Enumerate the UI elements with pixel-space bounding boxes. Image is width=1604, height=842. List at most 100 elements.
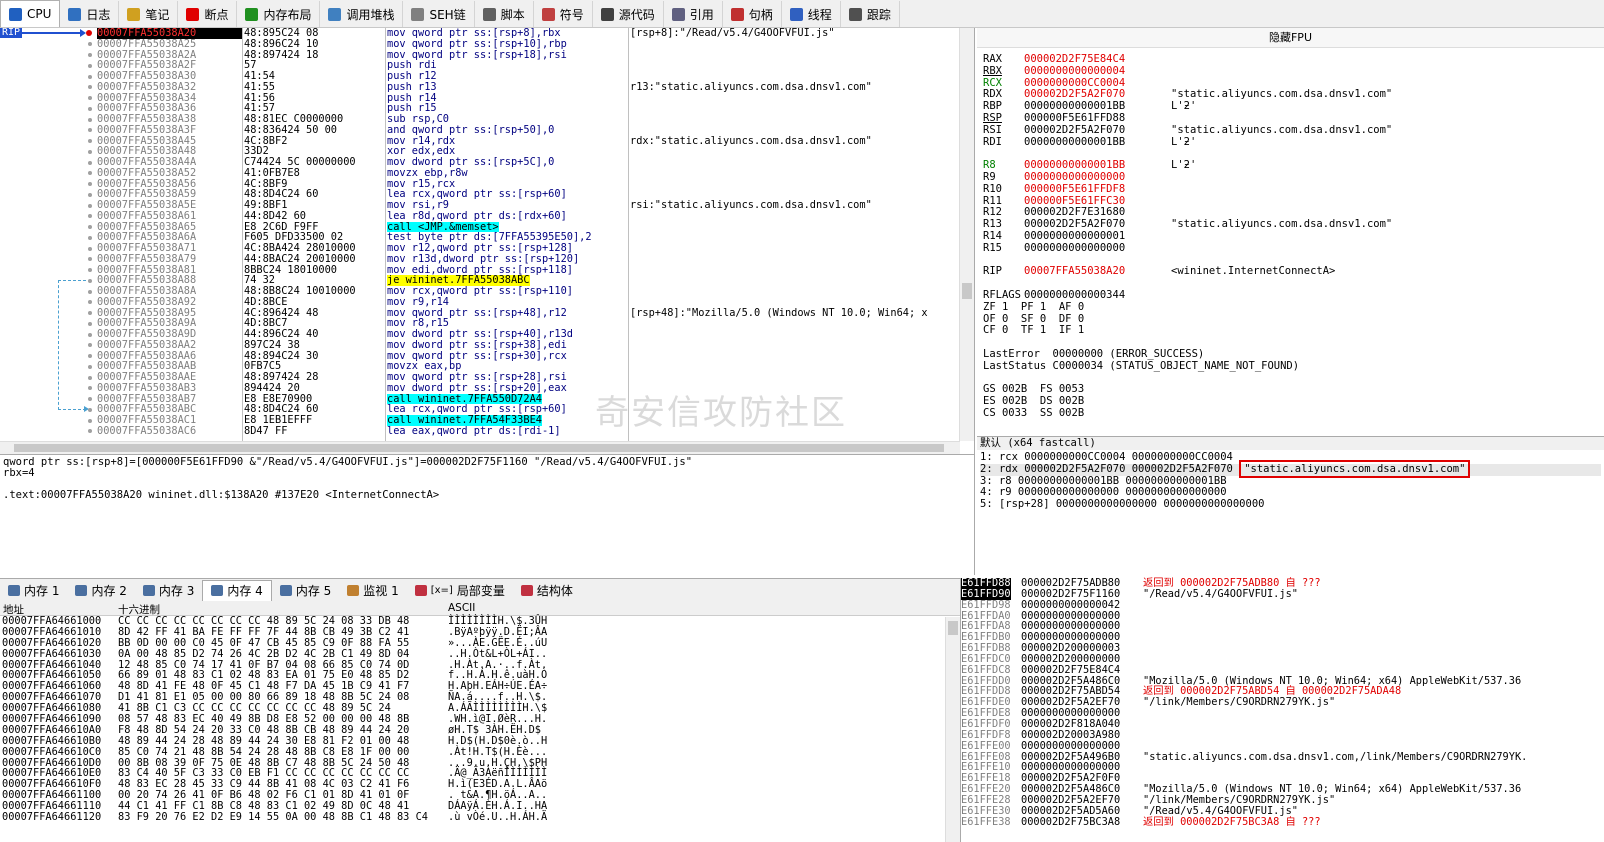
register-row[interactable]: R13 000002D2F5A2F070 "static.aliyuncs.com.…	[983, 218, 1392, 231]
register-value[interactable]: 0000000000CC0004	[1024, 77, 1125, 89]
disasm-instruction[interactable]: lea r8d,qword ptr ds:[rdx+60]	[387, 211, 627, 222]
disasm-address[interactable]: 00007FFA55038A6A	[97, 232, 242, 243]
disasm-address[interactable]: 00007FFA55038A61	[97, 211, 242, 222]
disasm-address[interactable]: 00007FFA55038A2F	[97, 60, 242, 71]
disasm-address[interactable]: 00007FFA55038A34	[97, 93, 242, 104]
disasm-instruction[interactable]: call wininet.7FFA54F33BE4	[387, 415, 627, 426]
disasm-instruction[interactable]: push rdi	[387, 60, 627, 71]
disasm-instruction[interactable]: sub rsp,C0	[387, 114, 627, 125]
disasm-instruction[interactable]: mov r8,r15	[387, 318, 627, 329]
disasm-address[interactable]: 00007FFA55038A59	[97, 189, 242, 200]
disasm-address[interactable]: 00007FFA55038AC1	[97, 415, 242, 426]
disasm-instruction[interactable]: lea rcx,qword ptr ss:[rsp+60]	[387, 404, 627, 415]
disasm-address[interactable]: 00007FFA55038A8A	[97, 286, 242, 297]
tab-symbols[interactable]: 符号	[534, 1, 593, 27]
disasm-address[interactable]: 00007FFA55038A2A	[97, 50, 242, 61]
scroll-thumb[interactable]	[948, 621, 958, 635]
stack-row[interactable]: E61FFE38 000002D2F75BC3A8 返回到 000002D2F75B…	[961, 816, 1604, 828]
register-value[interactable]: 0000000000000000	[1024, 171, 1125, 183]
register-value[interactable]: 000002D2F5A2F070	[1024, 124, 1125, 136]
disasm-address[interactable]: 00007FFA55038A25	[97, 39, 242, 50]
disasm-address[interactable]: 00007FFA55038AB3	[97, 383, 242, 394]
disasm-address[interactable]: 00007FFA55038A3F	[97, 125, 242, 136]
disasm-instruction[interactable]: and qword ptr ss:[rsp+50],0	[387, 125, 627, 136]
disasm-instruction[interactable]: mov qword ptr ss:[rsp+18],rsi	[387, 50, 627, 61]
dump-tab[interactable]: 监视 1	[339, 580, 406, 601]
tab-source[interactable]: 源代码	[593, 1, 664, 27]
register-value[interactable]: ZF 1 PF 1 AF 0	[983, 301, 1084, 313]
disasm-instruction[interactable]: mov rcx,qword ptr ss:[rsp+110]	[387, 286, 627, 297]
disasm-instruction[interactable]: mov r9,r14	[387, 297, 627, 308]
disasm-instruction[interactable]: mov edi,dword ptr ss:[rsp+118]	[387, 265, 627, 276]
disasm-instruction[interactable]: mov qword ptr ss:[rsp+10],rbp	[387, 39, 627, 50]
disasm-instruction[interactable]: call <JMP.&memset>	[387, 221, 627, 233]
tab-threads[interactable]: 线程	[782, 1, 841, 27]
disasm-address[interactable]: 00007FFA55038A81	[97, 265, 242, 276]
register-value[interactable]: 00007FFA55038A20	[1024, 265, 1125, 277]
disasm-instruction[interactable]: mov qword ptr ss:[rsp+48],r12	[387, 308, 627, 319]
tab-breakpoint[interactable]: 断点	[178, 1, 238, 27]
disasm-address[interactable]: 00007FFA55038A88	[97, 275, 242, 286]
dump-row[interactable]: 00007FFA64661120 83 F9 20 76 E2 D2 E9 14 …	[0, 812, 960, 823]
tab-script[interactable]: 脚本	[475, 1, 534, 27]
register-row[interactable]: RIP 00007FFA55038A20 <wininet.InternetConn…	[983, 265, 1335, 278]
calling-convention-label[interactable]: 默认 (x64 fastcall)	[977, 437, 1604, 450]
disasm-instruction[interactable]: mov r13d,dword ptr ss:[rsp+120]	[387, 254, 627, 265]
register-value[interactable]: 000000F5E61FFD88	[1024, 112, 1125, 124]
dump-tab[interactable]: 内存 2	[67, 580, 134, 601]
register-row[interactable]: RBP 00000000000001BB L'ƻ'	[983, 100, 1299, 113]
register-value[interactable]: LastError 00000000 (ERROR_SUCCESS)	[983, 348, 1204, 360]
register-value[interactable]: 00000000000001BB	[1024, 136, 1125, 148]
disasm-instruction[interactable]: mov qword ptr ss:[rsp+30],rcx	[387, 351, 627, 362]
disasm-instruction[interactable]: xor edx,edx	[387, 146, 627, 157]
dump-tab[interactable]: 内存 3	[135, 580, 202, 601]
disasm-instruction[interactable]: mov dword ptr ss:[rsp+40],r13d	[387, 329, 627, 340]
register-value[interactable]: 0000000000000000	[1024, 242, 1125, 254]
disasm-address[interactable]: 00007FFA55038A48	[97, 146, 242, 157]
register-value[interactable]: OF 0 SF 0 DF 0	[983, 313, 1084, 325]
register-row[interactable]: R15 0000000000000000	[983, 242, 1299, 255]
register-value[interactable]: 00000000000001BB	[1024, 159, 1125, 171]
dump-tab[interactable]: 内存 1	[0, 580, 67, 601]
register-value[interactable]: LastStatus C0000034 (STATUS_OBJECT_NAME_…	[983, 360, 1299, 372]
disasm-instruction[interactable]: lea rcx,qword ptr ss:[rsp+60]	[387, 189, 627, 200]
disasm-address[interactable]: 00007FFA55038A32	[97, 82, 242, 93]
disasm-address[interactable]: 00007FFA55038A71	[97, 243, 242, 254]
register-value[interactable]: 0000000000000344	[1024, 289, 1125, 301]
stack-row[interactable]: E61FFE30 000002D2F5AD5A60 "/Read/v5.4/G4OO…	[961, 805, 1604, 817]
disasm-instruction[interactable]: mov r12,qword ptr ss:[rsp+128]	[387, 243, 627, 254]
disasm-address[interactable]: 00007FFA55038AA6	[97, 351, 242, 362]
disasm-address[interactable]: 00007FFA55038ABC	[97, 404, 242, 415]
disasm-instruction[interactable]: mov dword ptr ss:[rsp+20],eax	[387, 383, 627, 394]
disasm-instruction[interactable]: test byte ptr ds:[7FFA55395E50],2	[387, 232, 627, 243]
disasm-address[interactable]: 00007FFA55038A79	[97, 254, 242, 265]
disasm-instruction[interactable]: je wininet.7FFA55038ABC	[387, 275, 627, 286]
dump-row[interactable]: 00007FFA646610C0 85 C0 74 21 48 8B 54 24 …	[0, 746, 960, 758]
disasm-instruction[interactable]: mov qword ptr ss:[rsp+28],rsi	[387, 372, 627, 383]
tab-trace[interactable]: 跟踪	[841, 1, 900, 27]
breakpoint-dot[interactable]	[86, 30, 92, 36]
register-row[interactable]: RDI 00000000000001BB L'ƻ'	[983, 136, 1299, 149]
register-value[interactable]: GS 002B FS 0053	[983, 383, 1084, 395]
disasm-instruction[interactable]: mov qword ptr ss:[rsp+8],rbx	[387, 28, 627, 39]
disasm-address[interactable]: 00007FFA55038A9D	[97, 329, 242, 340]
disasm-instruction[interactable]: mov r14,rdx	[387, 136, 627, 147]
disasm-address[interactable]: 00007FFA55038AC6	[97, 426, 242, 437]
disasm-instruction[interactable]: call wininet.7FFA550D72A4	[387, 393, 627, 405]
register-value[interactable]: 0000000000000004	[1024, 65, 1125, 77]
tab-memory-map[interactable]: 内存布局	[237, 1, 321, 27]
memory-dump-panel[interactable]: 地址 十六进制 ASCII 00007FFA64661000 CC CC CC C…	[0, 601, 960, 842]
dump-tab[interactable]: [x=] 局部变量	[407, 580, 513, 601]
tab-log[interactable]: 日志	[60, 1, 120, 27]
disasm-instruction[interactable]: mov rsi,r9	[387, 200, 627, 211]
disasm-address[interactable]: 00007FFA55038A65	[97, 222, 242, 233]
disasm-address[interactable]: 00007FFA55038A95	[97, 308, 242, 319]
stack-panel[interactable]: E61FFD88 000002D2F75ADB80 返回到 000002D2F75A…	[960, 578, 1604, 842]
disasm-instruction[interactable]: mov r15,rcx	[387, 179, 627, 190]
disasm-instruction[interactable]: push r14	[387, 93, 627, 104]
disasm-address[interactable]: 00007FFA55038A38	[97, 114, 242, 125]
hide-fpu-button[interactable]: 隐藏FPU	[977, 28, 1604, 48]
registers-panel[interactable]: 隐藏FPU RAX 000002D2F75E84C4 RBX 000000000000…	[977, 28, 1604, 436]
dump-vertical-scrollbar[interactable]	[945, 617, 960, 842]
disasm-address[interactable]: 00007FFA55038AB7	[97, 394, 242, 405]
